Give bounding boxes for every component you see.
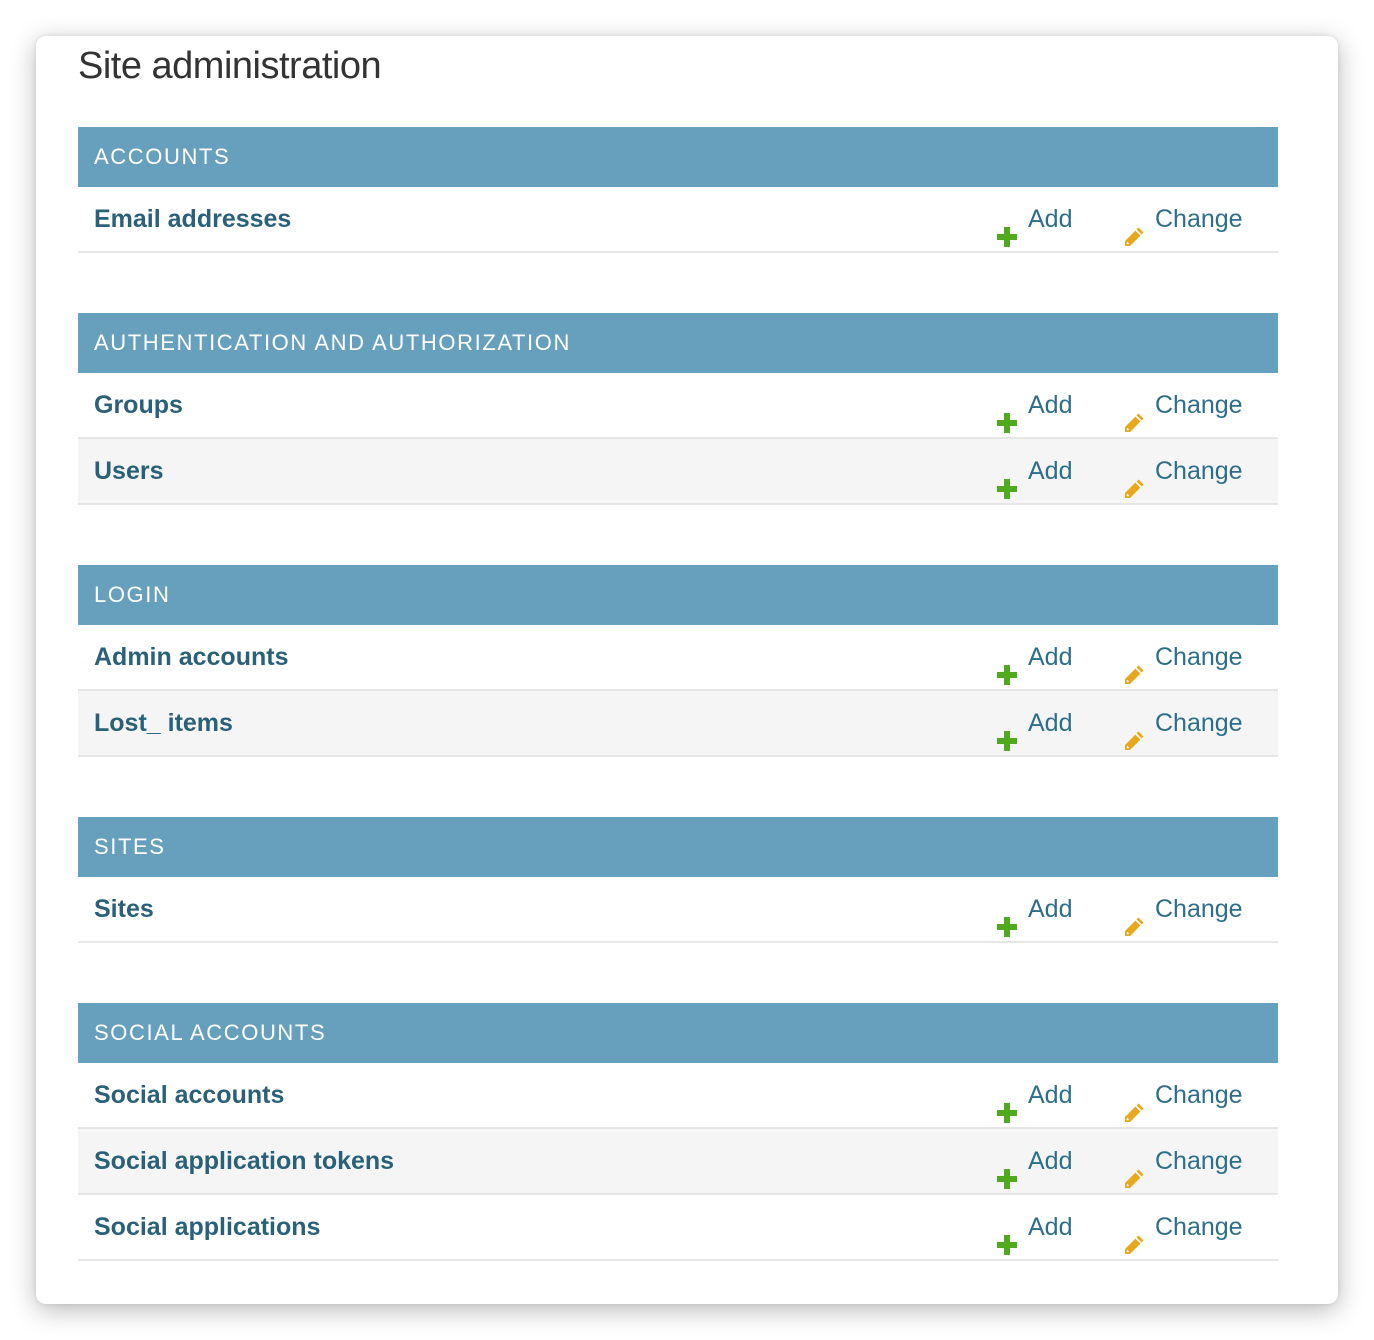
add-label: Add	[1028, 643, 1073, 671]
add-label: Add	[1028, 1213, 1073, 1241]
change-button[interactable]: Change	[1123, 1195, 1243, 1259]
change-label: Change	[1155, 1213, 1243, 1241]
add-label: Add	[1028, 457, 1073, 485]
model-row: Users Add Change	[78, 439, 1278, 505]
model-link-social-applications[interactable]: Social applications	[94, 1195, 320, 1259]
pencil-icon	[1123, 1216, 1145, 1254]
change-button[interactable]: Change	[1123, 625, 1243, 689]
plus-icon	[996, 1216, 1018, 1255]
change-label: Change	[1155, 1147, 1243, 1175]
admin-window: Site administration ACCOUNTS Email addres…	[36, 36, 1338, 1304]
pencil-icon	[1123, 712, 1145, 750]
pencil-icon	[1123, 460, 1145, 498]
change-button[interactable]: Change	[1123, 1063, 1243, 1127]
change-button[interactable]: Change	[1123, 373, 1243, 437]
model-row: Groups Add Change	[78, 373, 1278, 439]
add-button[interactable]: Add	[996, 691, 1072, 755]
change-button[interactable]: Change	[1123, 877, 1243, 941]
module-accounts: ACCOUNTS Email addresses Add Change	[78, 127, 1278, 253]
model-link-lost-items[interactable]: Lost_ items	[94, 691, 233, 755]
add-button[interactable]: Add	[996, 1195, 1072, 1259]
add-button[interactable]: Add	[996, 625, 1072, 689]
module-header: AUTHENTICATION AND AUTHORIZATION	[78, 313, 1278, 373]
add-label: Add	[1028, 709, 1073, 737]
page-title: Site administration	[78, 45, 382, 87]
model-row: Lost_ items Add Change	[78, 691, 1278, 757]
model-link-social-application-tokens[interactable]: Social application tokens	[94, 1129, 394, 1193]
change-label: Change	[1155, 895, 1243, 923]
model-row: Social applications Add Change	[78, 1195, 1278, 1261]
model-row: Sites Add Change	[78, 877, 1278, 943]
model-link-groups[interactable]: Groups	[94, 373, 183, 437]
pencil-icon	[1123, 1084, 1145, 1122]
plus-icon	[996, 208, 1018, 247]
change-button[interactable]: Change	[1123, 691, 1243, 755]
module-sites: SITES Sites Add Change	[78, 817, 1278, 943]
change-button[interactable]: Change	[1123, 187, 1243, 251]
plus-icon	[996, 1084, 1018, 1123]
change-label: Change	[1155, 205, 1243, 233]
add-button[interactable]: Add	[996, 187, 1072, 251]
pencil-icon	[1123, 394, 1145, 432]
add-button[interactable]: Add	[996, 373, 1072, 437]
change-button[interactable]: Change	[1123, 439, 1243, 503]
model-row: Admin accounts Add Change	[78, 625, 1278, 691]
pencil-icon	[1123, 208, 1145, 246]
add-button[interactable]: Add	[996, 1063, 1072, 1127]
plus-icon	[996, 394, 1018, 433]
module-social-accounts: SOCIAL ACCOUNTS Social accounts Add Change S…	[78, 1003, 1278, 1261]
change-label: Change	[1155, 391, 1243, 419]
change-button[interactable]: Change	[1123, 1129, 1243, 1193]
plus-icon	[996, 898, 1018, 937]
add-button[interactable]: Add	[996, 1129, 1072, 1193]
plus-icon	[996, 646, 1018, 685]
model-link-admin-accounts[interactable]: Admin accounts	[94, 625, 288, 689]
pencil-icon	[1123, 898, 1145, 936]
module-header: ACCOUNTS	[78, 127, 1278, 187]
module-header: SITES	[78, 817, 1278, 877]
model-link-email-addresses[interactable]: Email addresses	[94, 187, 291, 251]
model-row: Social application tokens Add Change	[78, 1129, 1278, 1195]
add-label: Add	[1028, 1147, 1073, 1175]
plus-icon	[996, 1150, 1018, 1189]
model-row: Social accounts Add Change	[78, 1063, 1278, 1129]
module-login: LOGIN Admin accounts Add Change Lost_ items A…	[78, 565, 1278, 757]
model-row: Email addresses Add Change	[78, 187, 1278, 253]
pencil-icon	[1123, 646, 1145, 684]
plus-icon	[996, 460, 1018, 499]
change-label: Change	[1155, 709, 1243, 737]
add-button[interactable]: Add	[996, 877, 1072, 941]
change-label: Change	[1155, 643, 1243, 671]
add-label: Add	[1028, 895, 1073, 923]
add-label: Add	[1028, 205, 1073, 233]
model-link-users[interactable]: Users	[94, 439, 164, 503]
model-link-sites[interactable]: Sites	[94, 877, 154, 941]
add-label: Add	[1028, 391, 1073, 419]
pencil-icon	[1123, 1150, 1145, 1188]
change-label: Change	[1155, 457, 1243, 485]
plus-icon	[996, 712, 1018, 751]
module-authentication-and-authorization: AUTHENTICATION AND AUTHORIZATION Groups Ad…	[78, 313, 1278, 505]
add-label: Add	[1028, 1081, 1073, 1109]
module-header: SOCIAL ACCOUNTS	[78, 1003, 1278, 1063]
module-header: LOGIN	[78, 565, 1278, 625]
add-button[interactable]: Add	[996, 439, 1072, 503]
model-link-social-accounts[interactable]: Social accounts	[94, 1063, 284, 1127]
change-label: Change	[1155, 1081, 1243, 1109]
